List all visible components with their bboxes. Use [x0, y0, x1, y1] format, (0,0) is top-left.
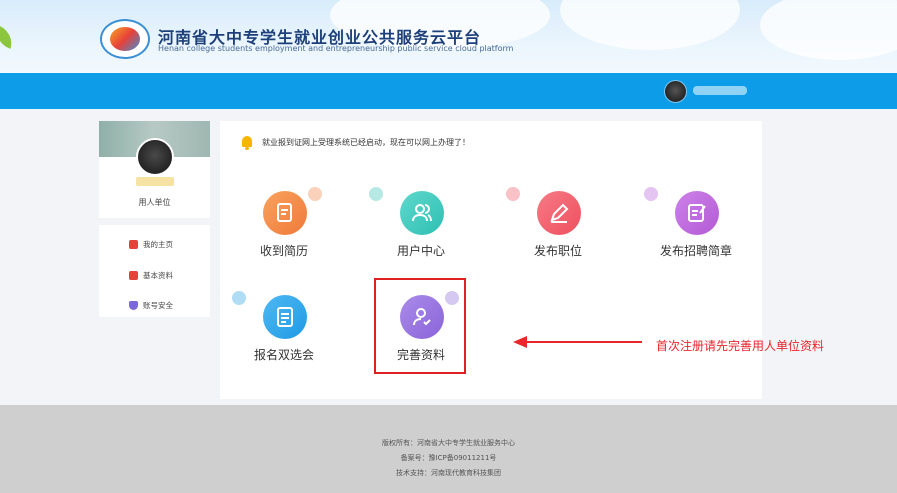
write-icon: [675, 191, 719, 235]
notice-text: 就业报到证网上受理系统已经启动，现在可以网上办理了！: [262, 138, 470, 147]
arrow-line: [526, 341, 642, 343]
annotation-text: 首次注册请先完善用人单位资料: [656, 339, 825, 353]
shield-icon: [129, 300, 138, 310]
footer-support: 技术支持：河南现代教育科技集团: [396, 469, 501, 477]
footer-icp[interactable]: 备案号：豫ICP备09011211号: [0, 453, 897, 463]
site-subtitle: Henan college students employment and en…: [158, 44, 514, 53]
menu-label: 账号安全: [143, 300, 173, 310]
notice-bar[interactable]: 就业报到证网上受理系统已经启动，现在可以网上办理了！: [240, 135, 470, 150]
site-header: 河南省大中专学生就业创业公共服务云平台 Henan college studen…: [0, 0, 897, 73]
tile-label: 用户中心: [396, 244, 445, 258]
users-icon: [400, 191, 444, 235]
profile-name-blurred: [136, 177, 174, 186]
profile-card: 用人单位: [99, 121, 210, 218]
menu-label: 基本资料: [143, 270, 173, 280]
profile-avatar[interactable]: [136, 138, 174, 176]
side-menu-item-basic-info[interactable]: 基本资料: [129, 267, 173, 283]
tile-job-fair-signup[interactable]: 报名双选会: [232, 291, 334, 375]
main-panel: 就业报到证网上受理系统已经启动，现在可以网上办理了！ 收到简历 用户中心 发布职…: [220, 121, 762, 399]
tile-label: 报名双选会: [253, 348, 314, 362]
highlight-box: [374, 278, 466, 374]
tile-label: 发布职位: [533, 244, 582, 258]
resume-icon: [263, 191, 307, 235]
menu-label: 我的主页: [143, 239, 173, 249]
cloud-decoration: [760, 0, 897, 60]
edit-icon: [537, 191, 581, 235]
tile-received-resumes[interactable]: 收到简历: [234, 187, 334, 271]
side-menu: 我的主页 基本资料 账号安全: [99, 225, 210, 317]
profile-role: 用人单位: [138, 198, 171, 207]
tile-label: 发布招聘简章: [659, 244, 732, 258]
arrow-left-icon: [513, 336, 527, 348]
user-name-blurred[interactable]: [693, 86, 747, 95]
leaf-decoration: [0, 25, 17, 49]
list-icon: [263, 295, 307, 339]
side-menu-item-account-security[interactable]: 账号安全: [129, 297, 173, 313]
bell-icon: [240, 135, 254, 150]
home-icon: [129, 239, 138, 249]
cloud-decoration: [560, 0, 740, 50]
tile-user-center[interactable]: 用户中心: [369, 187, 471, 271]
tile-label: 收到简历: [259, 244, 308, 258]
side-menu-item-home[interactable]: 我的主页: [129, 236, 173, 252]
user-avatar[interactable]: [664, 80, 687, 103]
tile-post-job[interactable]: 发布职位: [506, 187, 608, 271]
tile-post-recruitment-brochure[interactable]: 发布招聘简章: [644, 187, 746, 271]
site-logo[interactable]: [100, 19, 150, 59]
top-nav-bar: [0, 73, 897, 109]
site-footer: 版权所有：河南省大中专学生就业服务中心 备案号：豫ICP备09011211号 技…: [0, 405, 897, 493]
footer-copyright: 版权所有：河南省大中专学生就业服务中心: [382, 439, 515, 447]
document-icon: [129, 270, 138, 280]
